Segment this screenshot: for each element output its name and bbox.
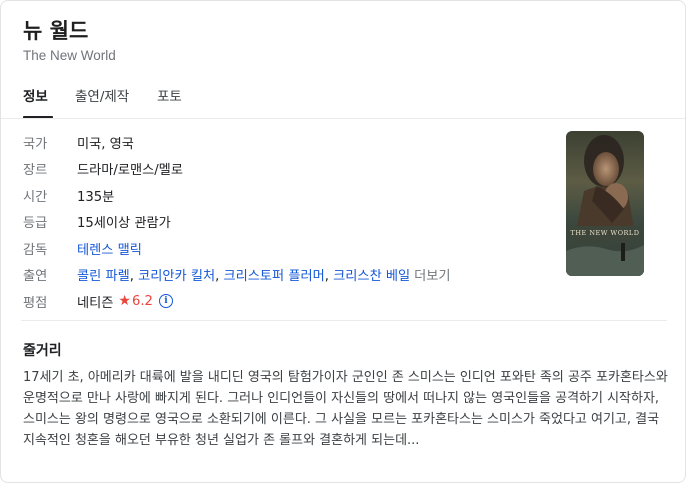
info-label: 장르: [23, 163, 48, 179]
info-label: 국가: [23, 136, 48, 152]
info-list: 국가 미국, 영국 장르 드라마/로맨스/멜로 시간 135분 등급 15세이상…: [23, 129, 451, 315]
cast-link[interactable]: 크리스토퍼 플러머: [224, 269, 325, 284]
info-row-director: 감독 테렌스 맬릭: [23, 235, 451, 262]
tab-info[interactable]: 정보: [23, 85, 75, 119]
info-label: 등급: [23, 216, 48, 232]
movie-title: 뉴 월드: [23, 19, 89, 43]
tab-photos[interactable]: 포토: [157, 85, 197, 119]
cast-link[interactable]: 크리스찬 베일: [333, 269, 410, 284]
info-label: 평점: [23, 295, 48, 311]
info-value: 15세이상 관람가: [77, 216, 171, 232]
movie-info-card: 뉴 월드 The New World 정보 출연/제작 포토 국가 미국, 영국…: [0, 0, 686, 483]
star-icon: ★: [118, 293, 131, 310]
info-value: 드라마/로맨스/멜로: [77, 163, 183, 179]
info-row-score: 평점 네티즌 ★ 6.2 i: [23, 288, 451, 315]
director-link[interactable]: 테렌스 맬릭: [77, 239, 142, 258]
cast-link[interactable]: 코리안카 킬처: [138, 269, 215, 284]
plot-summary: 17세기 초, 아메리카 대륙에 발을 내디딘 영국의 탐험가이자 군인인 존 …: [23, 370, 668, 448]
movie-poster[interactable]: THE NEW WORLD: [566, 131, 644, 276]
plot-heading: 줄거리: [23, 343, 62, 359]
info-label: 시간: [23, 189, 48, 205]
info-row-grade: 등급 15세이상 관람가: [23, 209, 451, 236]
info-row-genre: 장르 드라마/로맨스/멜로: [23, 156, 451, 183]
info-value: 미국, 영국: [77, 136, 134, 152]
movie-original-title: The New World: [23, 48, 116, 63]
cast-separator: ,: [215, 269, 224, 285]
info-label: 감독: [23, 242, 48, 258]
cast-more-link[interactable]: 더보기: [414, 269, 450, 284]
tab-cast-crew[interactable]: 출연/제작: [75, 85, 157, 119]
netizen-rating: 6.2: [131, 293, 153, 309]
score-source: 네티즌: [77, 295, 114, 311]
section-divider: [21, 320, 667, 321]
tab-bar: 정보 출연/제작 포토: [23, 85, 197, 119]
info-row-cast: 출연 콜린 파렐, 코리안카 킬처, 크리스토퍼 플러머, 크리스찬 베일 더보기: [23, 262, 451, 289]
tab-divider: [1, 118, 685, 119]
info-row-runtime: 시간 135분: [23, 182, 451, 209]
cast-separator: ,: [324, 269, 334, 285]
poster-title-text: THE NEW WORLD: [571, 229, 640, 237]
cast-link[interactable]: 콜린 파렐: [77, 269, 130, 284]
info-icon[interactable]: i: [158, 294, 173, 309]
cast-separator: ,: [129, 269, 139, 285]
info-value: 135분: [77, 189, 115, 205]
info-row-country: 국가 미국, 영국: [23, 129, 451, 156]
info-label: 출연: [23, 269, 48, 285]
